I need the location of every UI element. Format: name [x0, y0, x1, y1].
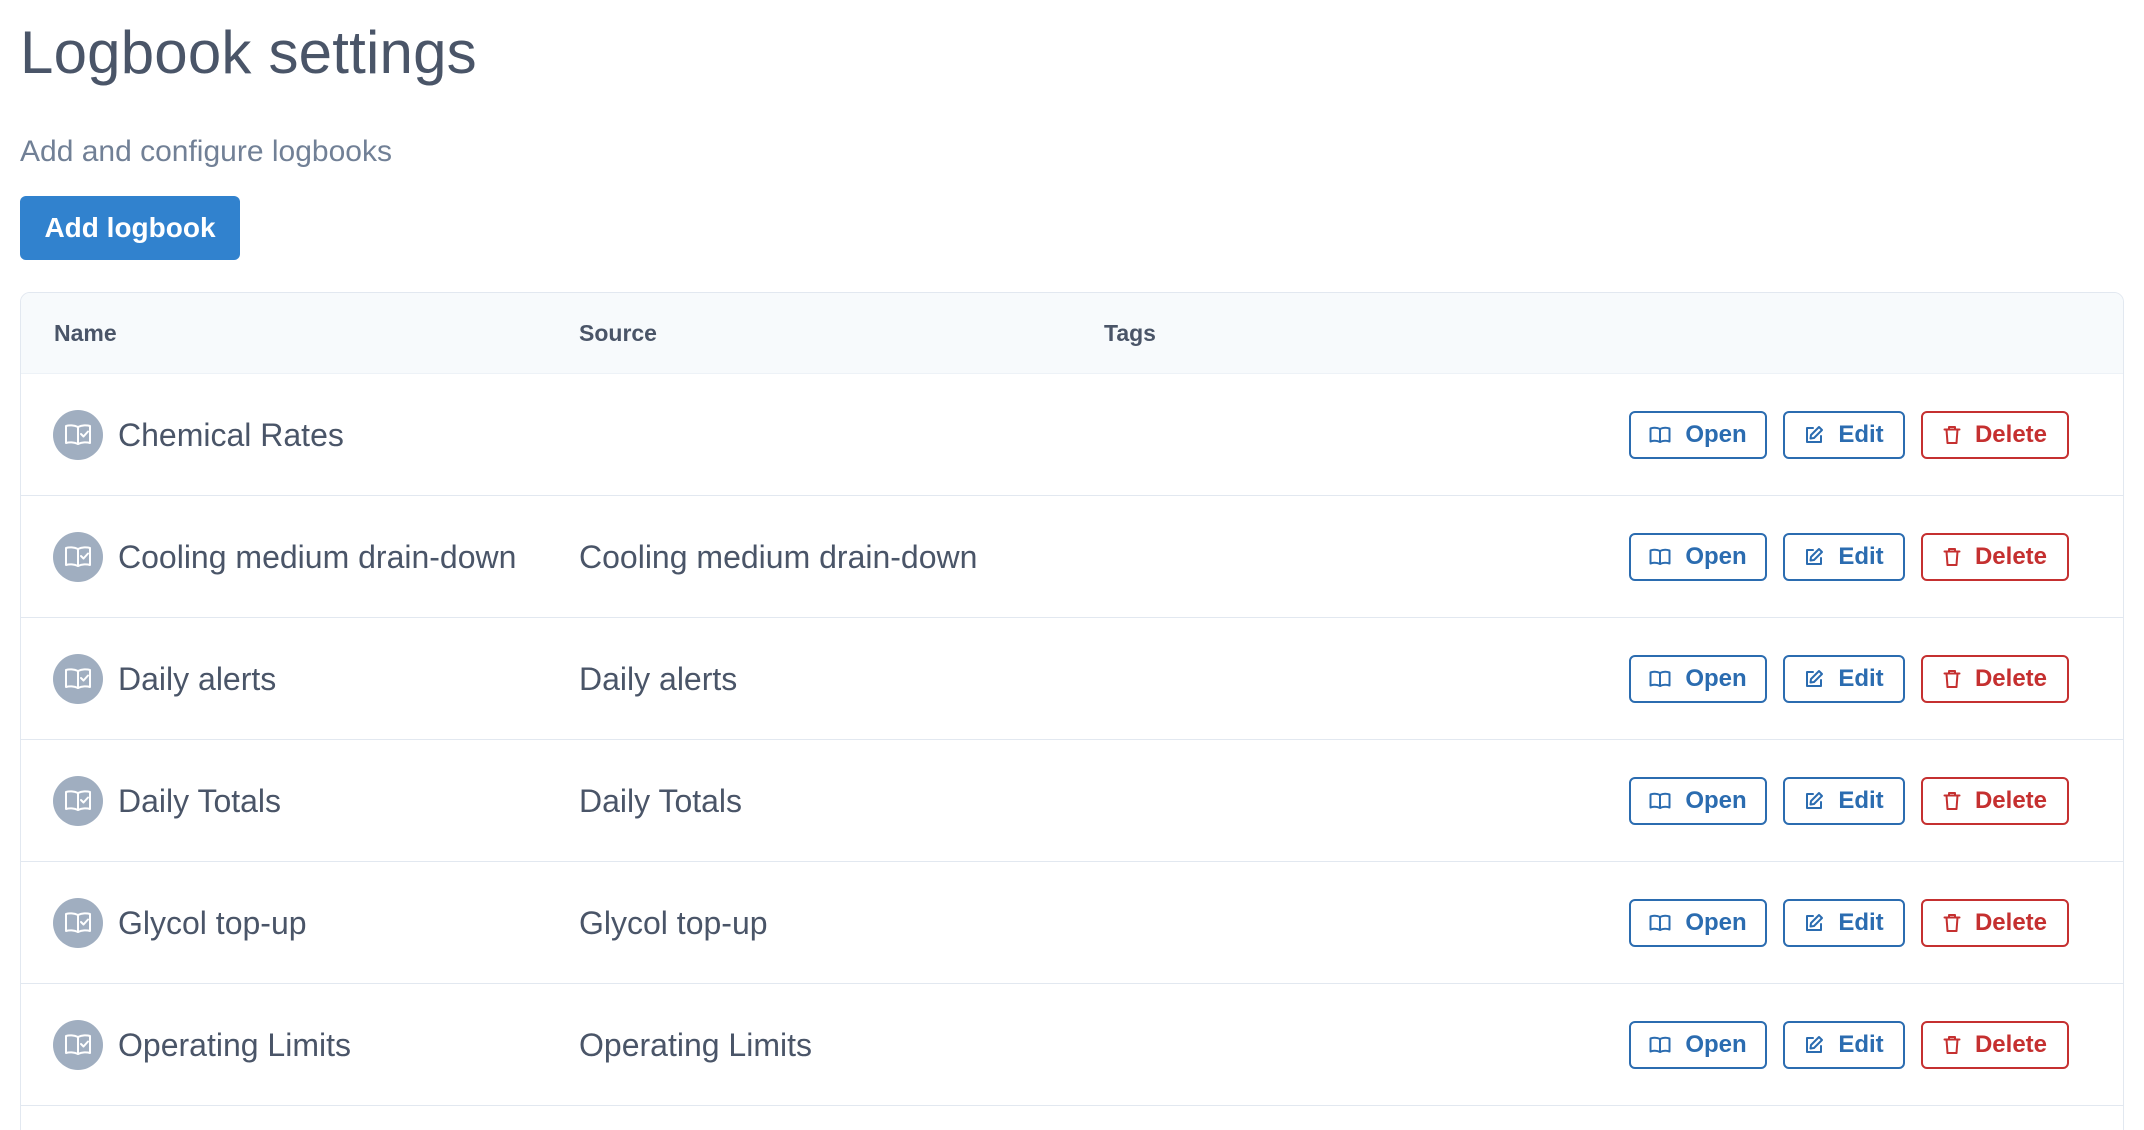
- book-open-icon: [1649, 792, 1671, 810]
- column-header-name[interactable]: Name: [54, 293, 117, 374]
- logbook-icon: [53, 654, 103, 704]
- logbooks-table: Name Source Tags Chemical Rates Open Edi…: [20, 292, 2124, 1130]
- open-button-label: Open: [1685, 665, 1747, 692]
- open-button[interactable]: Open: [1629, 777, 1767, 825]
- edit-button-label: Edit: [1838, 421, 1884, 448]
- edit-button-label: Edit: [1838, 1031, 1884, 1058]
- edit-button-label: Edit: [1838, 909, 1884, 936]
- table-body: Chemical Rates Open Edit Delete Cooling …: [21, 374, 2123, 1106]
- logbook-name: Operating Limits: [118, 1027, 351, 1063]
- table-row: Glycol top-up Glycol top-up Open Edit De…: [21, 862, 2123, 984]
- edit-button[interactable]: Edit: [1783, 1021, 1905, 1069]
- trash-icon: [1943, 669, 1961, 689]
- logbook-icon: [53, 1020, 103, 1070]
- trash-icon: [1943, 791, 1961, 811]
- book-open-icon: [1649, 670, 1671, 688]
- table-row: Chemical Rates Open Edit Delete: [21, 374, 2123, 496]
- logbook-name: Chemical Rates: [118, 417, 344, 453]
- row-actions: Open Edit Delete: [1629, 1021, 2069, 1069]
- pencil-square-icon: [1804, 913, 1824, 933]
- logbook-source: Cooling medium drain-down: [579, 539, 978, 575]
- open-button[interactable]: Open: [1629, 1021, 1767, 1069]
- open-button-label: Open: [1685, 543, 1747, 570]
- logbook-name: Cooling medium drain-down: [118, 539, 517, 575]
- delete-button-label: Delete: [1974, 543, 2048, 570]
- logbook-settings-page: Logbook settings Add and configure logbo…: [0, 0, 2144, 1130]
- delete-button[interactable]: Delete: [1921, 655, 2069, 703]
- book-open-icon: [1649, 426, 1671, 444]
- trash-icon: [1943, 425, 1961, 445]
- delete-button[interactable]: Delete: [1921, 1021, 2069, 1069]
- edit-button[interactable]: Edit: [1783, 777, 1905, 825]
- delete-button[interactable]: Delete: [1921, 411, 2069, 459]
- book-open-icon: [1649, 914, 1671, 932]
- delete-button[interactable]: Delete: [1921, 899, 2069, 947]
- logbook-icon: [53, 776, 103, 826]
- pencil-square-icon: [1804, 669, 1824, 689]
- delete-button[interactable]: Delete: [1921, 533, 2069, 581]
- trash-icon: [1943, 913, 1961, 933]
- logbook-icon: [53, 898, 103, 948]
- row-actions: Open Edit Delete: [1629, 411, 2069, 459]
- open-button-label: Open: [1685, 787, 1747, 814]
- delete-button-label: Delete: [1974, 909, 2048, 936]
- table-row: Operating Limits Operating Limits Open E…: [21, 984, 2123, 1106]
- page-title: Logbook settings: [20, 19, 477, 86]
- table-header: Name Source Tags: [21, 293, 2123, 374]
- delete-button[interactable]: Delete: [1921, 777, 2069, 825]
- book-open-icon: [1649, 1036, 1671, 1054]
- open-button[interactable]: Open: [1629, 655, 1767, 703]
- pencil-square-icon: [1804, 547, 1824, 567]
- logbook-source: Daily alerts: [579, 661, 738, 697]
- table-row: Daily Totals Daily Totals Open Edit Dele…: [21, 740, 2123, 862]
- edit-button-label: Edit: [1838, 665, 1884, 692]
- open-button[interactable]: Open: [1629, 533, 1767, 581]
- page-subtitle: Add and configure logbooks: [20, 135, 392, 168]
- pencil-square-icon: [1804, 1035, 1824, 1055]
- edit-button[interactable]: Edit: [1783, 655, 1905, 703]
- trash-icon: [1943, 547, 1961, 567]
- open-button-label: Open: [1685, 909, 1747, 936]
- pencil-square-icon: [1804, 425, 1824, 445]
- row-actions: Open Edit Delete: [1629, 899, 2069, 947]
- delete-button-label: Delete: [1974, 787, 2048, 814]
- table-row: Daily alerts Daily alerts Open Edit Dele…: [21, 618, 2123, 740]
- edit-button-label: Edit: [1838, 787, 1884, 814]
- pencil-square-icon: [1804, 791, 1824, 811]
- logbook-source: Daily Totals: [579, 783, 743, 819]
- delete-button-label: Delete: [1974, 421, 2048, 448]
- logbook-source: Operating Limits: [579, 1027, 812, 1063]
- row-actions: Open Edit Delete: [1629, 533, 2069, 581]
- logbook-source: Glycol top-up: [579, 905, 768, 941]
- edit-button[interactable]: Edit: [1783, 533, 1905, 581]
- open-button[interactable]: Open: [1629, 899, 1767, 947]
- open-button-label: Open: [1685, 1031, 1747, 1058]
- edit-button[interactable]: Edit: [1783, 411, 1905, 459]
- row-actions: Open Edit Delete: [1629, 655, 2069, 703]
- logbook-name: Glycol top-up: [118, 905, 307, 941]
- row-actions: Open Edit Delete: [1629, 777, 2069, 825]
- column-header-tags[interactable]: Tags: [1104, 293, 1156, 374]
- book-open-icon: [1649, 548, 1671, 566]
- open-button-label: Open: [1685, 421, 1747, 448]
- add-logbook-button[interactable]: Add logbook: [20, 196, 240, 260]
- logbook-icon: [53, 532, 103, 582]
- logbook-name: Daily Totals: [118, 783, 282, 819]
- logbook-icon: [53, 410, 103, 460]
- delete-button-label: Delete: [1974, 1031, 2048, 1058]
- edit-button-label: Edit: [1838, 543, 1884, 570]
- table-row: Cooling medium drain-down Cooling medium…: [21, 496, 2123, 618]
- edit-button[interactable]: Edit: [1783, 899, 1905, 947]
- delete-button-label: Delete: [1974, 665, 2048, 692]
- logbook-name: Daily alerts: [118, 661, 277, 697]
- column-header-source[interactable]: Source: [579, 293, 657, 374]
- trash-icon: [1943, 1035, 1961, 1055]
- open-button[interactable]: Open: [1629, 411, 1767, 459]
